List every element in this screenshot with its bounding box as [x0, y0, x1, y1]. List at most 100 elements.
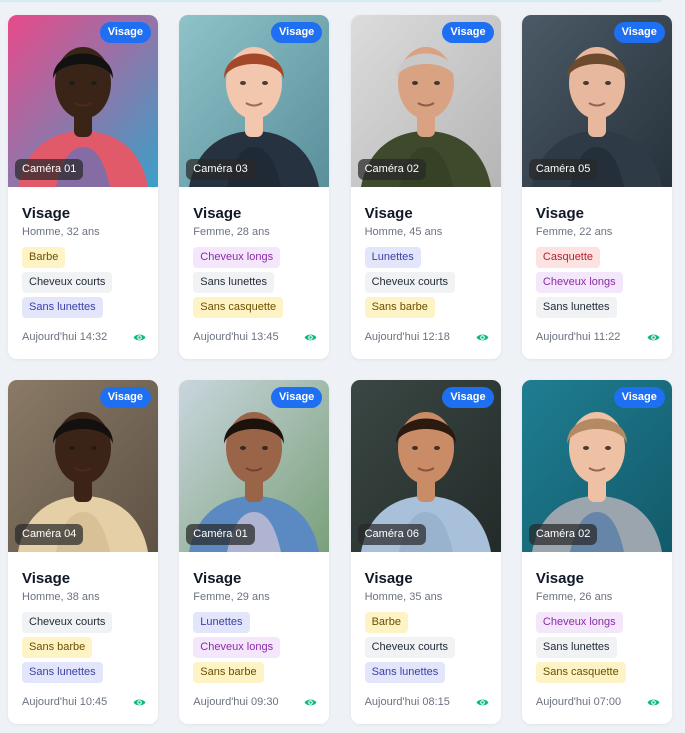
card-photo: Visage Caméra 01	[8, 15, 158, 187]
attribute-tag: Cheveux courts	[22, 612, 113, 633]
card-photo: Visage Caméra 03	[179, 15, 330, 187]
detection-type-badge: Visage	[613, 387, 665, 408]
card-title: Visage	[22, 570, 71, 587]
detection-type-badge: Visage	[271, 387, 323, 408]
card-title: Visage	[364, 205, 413, 222]
card-photo: Visage Caméra 02	[350, 15, 501, 187]
detection-type-badge: Visage	[271, 22, 323, 43]
card-subtitle: Homme, 38 ans	[22, 591, 100, 603]
card-subtitle: Femme, 28 ans	[193, 226, 270, 238]
detection-type-badge: Visage	[99, 387, 151, 408]
camera-badge: Caméra 05	[528, 159, 598, 180]
eye-icon[interactable]	[476, 696, 489, 709]
attribute-tags: Cheveux longs Sans lunettes Sans casquette	[193, 247, 315, 318]
attribute-tag: Barbe	[22, 247, 66, 268]
attribute-tag: Sans lunettes	[22, 297, 103, 318]
detection-card[interactable]: Visage Caméra 04 Visage Homme, 38 ans Ch…	[8, 380, 158, 724]
attribute-tag: Cheveux courts	[364, 272, 456, 293]
detection-card[interactable]: Visage Caméra 01 Visage Homme, 32 ans Ba…	[8, 15, 158, 359]
attribute-tag: Cheveux longs	[193, 247, 281, 268]
card-photo: Visage Caméra 02	[521, 380, 672, 552]
detection-card[interactable]: Visage Caméra 06 Visage Homme, 35 ans Ba…	[350, 380, 501, 724]
camera-badge: Caméra 01	[186, 524, 255, 545]
top-divider	[0, 0, 662, 2]
detection-type-badge: Visage	[99, 22, 151, 43]
attribute-tag: Sans lunettes	[193, 272, 274, 293]
card-footer: Aujourd'hui 14:32	[22, 331, 146, 344]
card-photo: Visage Caméra 06	[350, 380, 501, 552]
detection-timestamp: Aujourd'hui 09:30	[193, 696, 279, 708]
detection-timestamp: Aujourd'hui 13:45	[193, 331, 279, 343]
card-photo: Visage Caméra 04	[8, 380, 158, 552]
card-footer: Aujourd'hui 10:45	[22, 696, 146, 709]
attribute-tag: Sans lunettes	[22, 662, 103, 683]
detection-grid: Visage Caméra 01 Visage Homme, 32 ans Ba…	[8, 15, 672, 724]
detection-card[interactable]: Visage Caméra 02 Visage Homme, 45 ans Lu…	[350, 15, 501, 359]
attribute-tag: Barbe	[364, 612, 408, 633]
attribute-tag: Cheveux courts	[364, 637, 456, 658]
card-footer: Aujourd'hui 13:45	[193, 331, 317, 344]
card-title: Visage	[193, 205, 242, 222]
attribute-tags: Lunettes Cheveux courts Sans barbe	[364, 247, 487, 318]
eye-icon[interactable]	[304, 696, 317, 709]
camera-badge: Caméra 04	[15, 524, 84, 545]
detection-card[interactable]: Visage Caméra 02 Visage Femme, 26 ans Ch…	[521, 380, 672, 724]
camera-badge: Caméra 06	[357, 524, 427, 545]
attribute-tag: Sans casquette	[535, 662, 626, 683]
attribute-tags: Cheveux courts Sans barbe Sans lunettes	[22, 612, 144, 683]
attribute-tag: Sans casquette	[193, 297, 284, 318]
card-photo: Visage Caméra 05	[521, 15, 672, 187]
camera-badge: Caméra 02	[357, 159, 427, 180]
detection-type-badge: Visage	[442, 387, 494, 408]
detection-card[interactable]: Visage Caméra 01 Visage Femme, 29 ans Lu…	[179, 380, 330, 724]
card-subtitle: Homme, 32 ans	[22, 226, 100, 238]
detection-timestamp: Aujourd'hui 14:32	[22, 331, 108, 343]
eye-icon[interactable]	[647, 331, 660, 344]
attribute-tag: Casquette	[535, 247, 601, 268]
card-footer: Aujourd'hui 08:15	[365, 696, 489, 709]
attribute-tag: Sans lunettes	[364, 662, 446, 683]
card-title: Visage	[535, 205, 584, 222]
card-title: Visage	[535, 570, 584, 587]
card-footer: Aujourd'hui 12:18	[365, 331, 489, 344]
attribute-tag: Cheveux longs	[535, 612, 623, 633]
card-subtitle: Homme, 45 ans	[364, 226, 443, 238]
attribute-tag: Cheveux longs	[193, 637, 281, 658]
card-title: Visage	[22, 205, 71, 222]
card-subtitle: Femme, 29 ans	[193, 591, 270, 603]
attribute-tag: Cheveux longs	[535, 272, 623, 293]
detection-timestamp: Aujourd'hui 08:15	[364, 696, 450, 708]
attribute-tag: Sans barbe	[364, 297, 435, 318]
detection-timestamp: Aujourd'hui 10:45	[22, 696, 108, 708]
detection-type-badge: Visage	[442, 22, 494, 43]
attribute-tags: Casquette Cheveux longs Sans lunettes	[535, 247, 658, 318]
attribute-tags: Barbe Cheveux courts Sans lunettes	[22, 247, 144, 318]
attribute-tags: Lunettes Cheveux longs Sans barbe	[193, 612, 315, 683]
detection-timestamp: Aujourd'hui 12:18	[364, 331, 450, 343]
eye-icon[interactable]	[304, 331, 317, 344]
card-subtitle: Femme, 22 ans	[535, 226, 613, 238]
attribute-tag: Lunettes	[193, 612, 250, 633]
card-subtitle: Homme, 35 ans	[364, 591, 443, 603]
detection-card[interactable]: Visage Caméra 03 Visage Femme, 28 ans Ch…	[179, 15, 330, 359]
detection-timestamp: Aujourd'hui 11:22	[535, 331, 621, 343]
camera-badge: Caméra 03	[186, 159, 255, 180]
camera-badge: Caméra 01	[15, 159, 84, 180]
card-photo: Visage Caméra 01	[179, 380, 330, 552]
attribute-tag: Lunettes	[364, 247, 421, 268]
detection-type-badge: Visage	[613, 22, 665, 43]
eye-icon[interactable]	[476, 331, 489, 344]
eye-icon[interactable]	[133, 696, 146, 709]
eye-icon[interactable]	[647, 696, 660, 709]
attribute-tags: Cheveux longs Sans lunettes Sans casquette	[535, 612, 658, 683]
attribute-tag: Sans barbe	[193, 662, 264, 683]
attribute-tag: Cheveux courts	[22, 272, 113, 293]
card-title: Visage	[193, 570, 242, 587]
card-footer: Aujourd'hui 07:00	[536, 696, 660, 709]
detection-card[interactable]: Visage Caméra 05 Visage Femme, 22 ans Ca…	[521, 15, 672, 359]
attribute-tags: Barbe Cheveux courts Sans lunettes	[364, 612, 487, 683]
attribute-tag: Sans barbe	[22, 637, 93, 658]
eye-icon[interactable]	[133, 331, 146, 344]
attribute-tag: Sans lunettes	[535, 637, 617, 658]
card-footer: Aujourd'hui 09:30	[193, 696, 317, 709]
